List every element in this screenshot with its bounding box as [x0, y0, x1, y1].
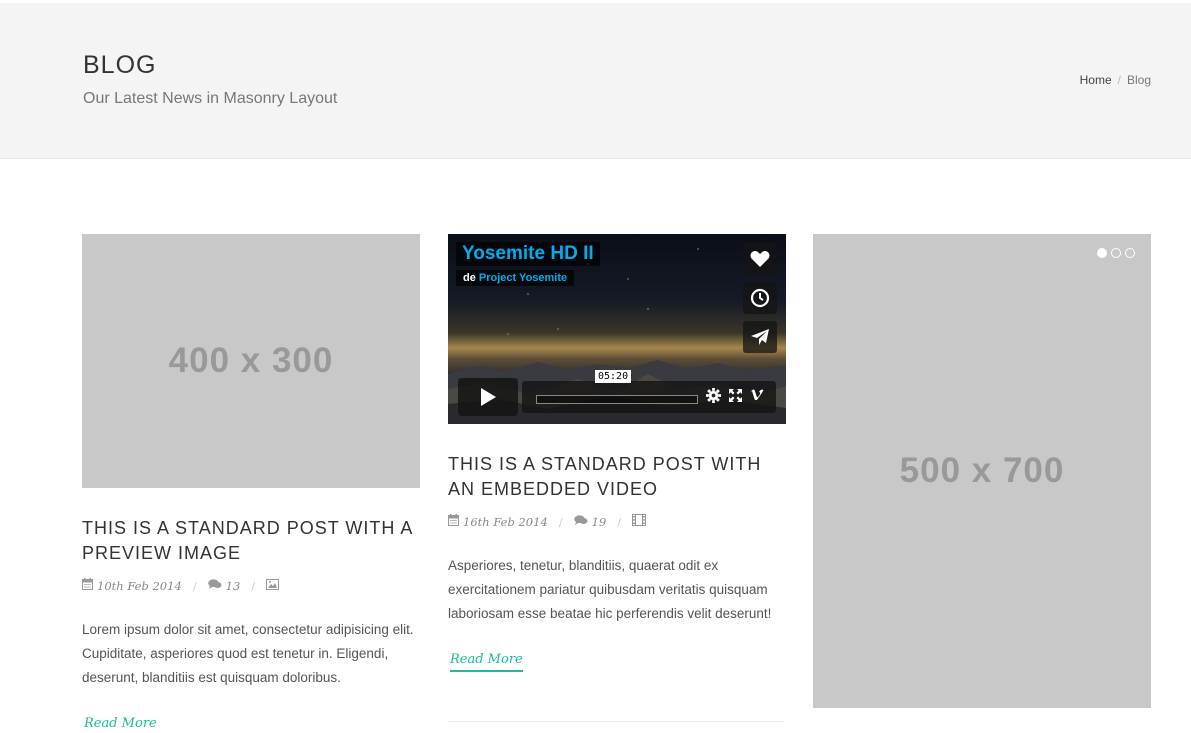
comments-icon: [207, 578, 222, 593]
slider-pagination: [1097, 248, 1135, 258]
placeholder-label: 500 x 700: [899, 451, 1065, 490]
post-title[interactable]: THIS IS A STANDARD POST WITH A PREVIEW I…: [82, 516, 420, 566]
breadcrumb-home-link[interactable]: Home: [1080, 73, 1112, 87]
calendar-icon: [82, 578, 93, 593]
video-byline: de Project Yosemite: [456, 270, 575, 286]
video-progress-bar[interactable]: [536, 395, 698, 404]
video-author[interactable]: Project Yosemite: [479, 272, 567, 284]
breadcrumb-separator: /: [1117, 73, 1121, 87]
heart-icon: [750, 251, 770, 267]
page-title: BLOG: [83, 51, 157, 79]
post-image-placeholder[interactable]: 400 x 300: [82, 234, 420, 488]
post-title[interactable]: THIS IS A STANDARD POST WITH AN EMBEDDED…: [448, 452, 786, 502]
meta-separator: /: [192, 578, 197, 593]
fullscreen-icon[interactable]: [729, 389, 742, 402]
video-control-icons: [706, 388, 764, 403]
page-subtitle: Our Latest News in Masonry Layout: [83, 90, 338, 107]
meta-separator: /: [251, 578, 256, 593]
film-icon: [632, 514, 647, 529]
play-icon: [481, 388, 496, 406]
like-button[interactable]: [743, 243, 777, 275]
video-control-bar: 05:20: [522, 370, 776, 413]
video-time-tooltip: 05:20: [595, 370, 632, 383]
post-meta: 16th Feb 2014 / 19 /: [448, 514, 786, 529]
post-date: 10th Feb 2014: [97, 578, 182, 593]
watch-later-button[interactable]: [743, 282, 777, 314]
blog-post-card: 500 x 700: [813, 234, 1151, 708]
image-icon: [266, 578, 280, 593]
paper-plane-icon: [751, 329, 769, 345]
post-divider: [448, 721, 784, 722]
post-slider-placeholder[interactable]: 500 x 700: [813, 234, 1151, 708]
comment-count[interactable]: 19: [592, 515, 607, 529]
vimeo-logo-icon[interactable]: [750, 389, 764, 402]
video-title[interactable]: Yosemite HD II: [456, 242, 600, 266]
post-excerpt: Asperiores, tenetur, blanditiis, quaerat…: [448, 558, 772, 621]
video-controls: 05:20: [458, 370, 776, 416]
play-button[interactable]: [458, 378, 518, 416]
placeholder-label: 400 x 300: [168, 341, 334, 380]
video-byline-prefix: de: [463, 272, 476, 284]
meta-separator: /: [558, 514, 563, 529]
blog-post-card: Yosemite HD II de Project Yosemite 05:20: [448, 234, 786, 672]
share-button[interactable]: [743, 321, 777, 353]
post-meta: 10th Feb 2014 / 13 /: [82, 578, 420, 593]
slider-dot[interactable]: [1125, 248, 1135, 258]
page-title-section: BLOG Our Latest News in Masonry Layout H…: [0, 3, 1191, 159]
comment-count[interactable]: 13: [226, 579, 241, 593]
breadcrumb-current: Blog: [1126, 73, 1151, 87]
slider-dot[interactable]: [1111, 248, 1121, 258]
slider-dot-active[interactable]: [1097, 248, 1107, 258]
embedded-video-player[interactable]: Yosemite HD II de Project Yosemite 05:20: [448, 234, 786, 424]
clock-icon: [750, 288, 770, 308]
blog-post-card: 400 x 300 THIS IS A STANDARD POST WITH A…: [82, 234, 420, 733]
meta-separator: /: [617, 514, 622, 529]
read-more-link[interactable]: Read More: [450, 652, 523, 672]
settings-gear-icon[interactable]: [706, 388, 721, 403]
read-more-link[interactable]: Read More: [84, 716, 157, 733]
breadcrumb: Home / Blog: [1080, 73, 1151, 87]
comments-icon: [573, 514, 588, 529]
calendar-icon: [448, 514, 459, 529]
post-excerpt: Lorem ipsum dolor sit amet, consectetur …: [82, 622, 414, 685]
post-date: 16th Feb 2014: [463, 514, 548, 529]
